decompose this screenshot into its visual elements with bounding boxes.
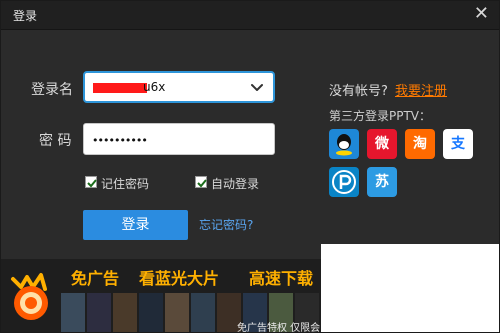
chevron-down-icon[interactable] xyxy=(249,80,265,96)
window-title: 登录 xyxy=(13,9,38,23)
login-dialog: 登录 ✕ 登录名 u6x 密 码 •••••••••• 记住密码 自动登录 登录… xyxy=(0,0,500,333)
pptv-logo-icon xyxy=(5,271,57,323)
poster-thumb xyxy=(61,293,85,332)
login-button[interactable]: 登录 xyxy=(83,210,188,240)
third-party-login-title: 第三方登录PPTV： xyxy=(329,109,432,123)
auto-login-checkbox[interactable] xyxy=(195,176,207,188)
username-label: 登录名 xyxy=(31,82,73,98)
auto-login-checkbox-row[interactable]: 自动登录 xyxy=(195,175,275,191)
weibo-icon[interactable]: 微 xyxy=(367,129,397,159)
banner-text-fast-download: 高速下载 xyxy=(249,269,314,288)
banner-caption: 免广告特权 仅限会 xyxy=(237,323,321,333)
forgot-password-link[interactable]: 忘记密码? xyxy=(199,216,253,233)
poster-thumb xyxy=(113,293,137,332)
poster-thumb xyxy=(191,293,215,332)
password-mask: •••••••••• xyxy=(92,134,148,147)
poster-thumb xyxy=(165,293,189,332)
redacted-username-mark xyxy=(93,83,147,93)
username-field[interactable]: u6x xyxy=(83,71,275,103)
password-label: 密 码 xyxy=(39,133,72,149)
close-icon[interactable]: ✕ xyxy=(474,5,489,23)
cropped-white-area xyxy=(321,244,499,332)
banner-text-no-ads: 免广告 xyxy=(71,269,120,288)
register-link[interactable]: 我要注册 xyxy=(395,80,447,99)
remember-password-checkbox-row[interactable]: 记住密码 xyxy=(85,175,165,191)
remember-password-checkbox[interactable] xyxy=(85,176,97,188)
banner-text-bluray: 看蓝光大片 xyxy=(139,269,220,288)
qq-icon[interactable] xyxy=(329,129,359,159)
password-field[interactable]: •••••••••• xyxy=(83,123,275,155)
remember-password-label: 记住密码 xyxy=(101,177,150,191)
no-account-text: 没有帐号? xyxy=(329,84,388,99)
suning-icon[interactable]: 苏 xyxy=(367,167,397,197)
poster-thumb xyxy=(139,293,163,332)
pptv-icon[interactable] xyxy=(329,167,359,197)
taobao-icon[interactable]: 淘 xyxy=(405,129,435,159)
titlebar: 登录 ✕ xyxy=(1,1,499,30)
username-visible-text: u6x xyxy=(143,80,166,94)
poster-thumb xyxy=(87,293,111,332)
alipay-icon[interactable]: 支 xyxy=(443,129,473,159)
auto-login-label: 自动登录 xyxy=(211,177,260,191)
